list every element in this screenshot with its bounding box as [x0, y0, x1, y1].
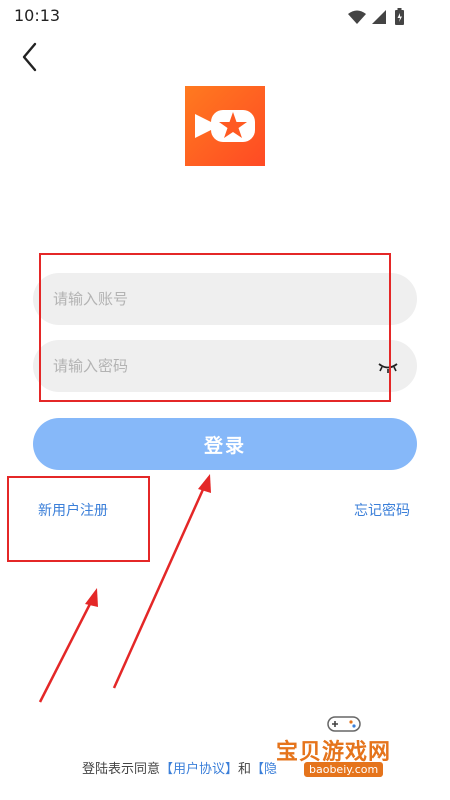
privacy-policy-link[interactable]: 【隐: [251, 762, 277, 777]
annotation-arrow-left: [38, 588, 98, 703]
agreement-prefix: 登陆表示同意: [82, 762, 161, 777]
annotation-arrows: [38, 474, 211, 703]
user-agreement-link[interactable]: 【用户协议】: [160, 762, 238, 777]
annotation-arrow-right: [112, 474, 211, 689]
agreement-and: 和: [238, 762, 252, 777]
watermark: 宝贝游戏网 baobeiy.com: [276, 712, 446, 786]
gamepad-icon: [327, 716, 361, 732]
watermark-url: baobeiy.com: [304, 762, 384, 777]
